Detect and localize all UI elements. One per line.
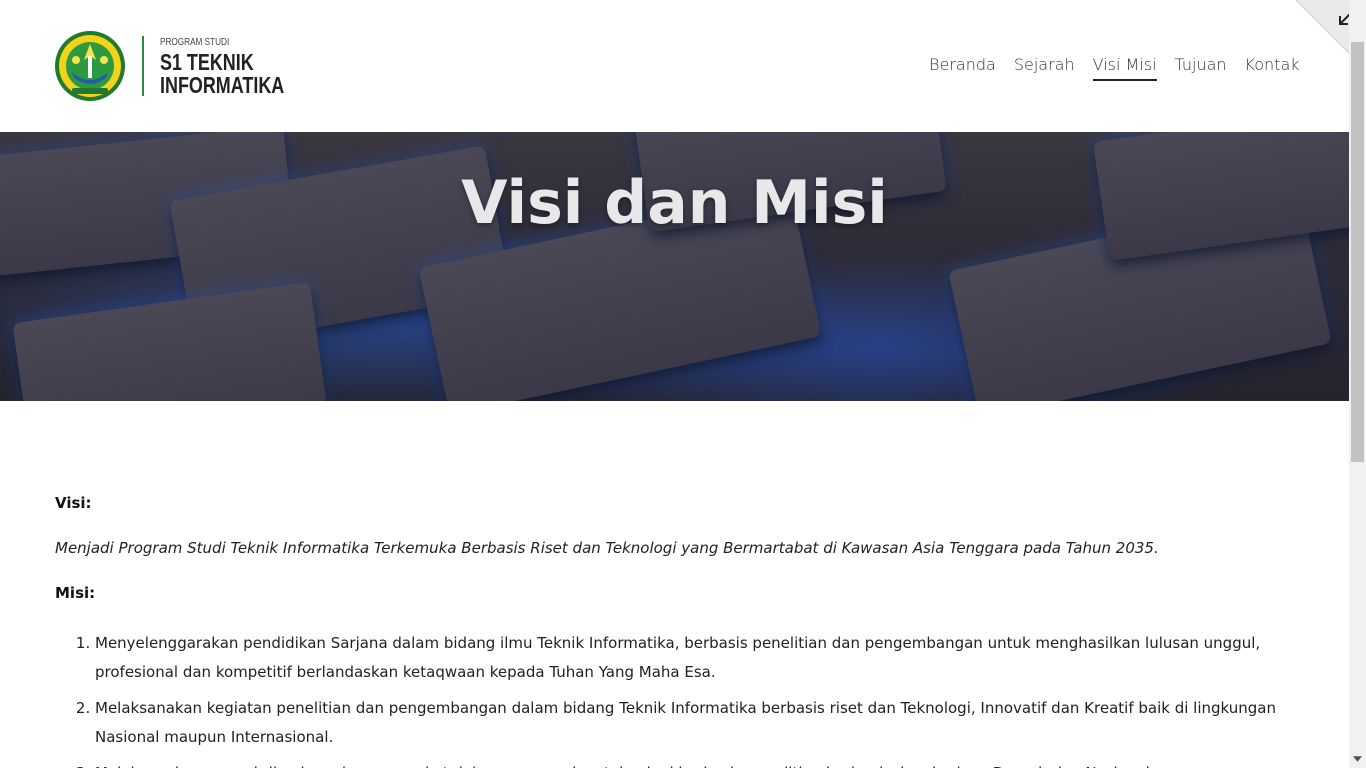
nav-item-kontak[interactable]: Kontak (1245, 55, 1300, 81)
visi-text: Menjadi Program Studi Teknik Informatika… (55, 539, 1159, 557)
nav-item-beranda[interactable]: Beranda (929, 55, 996, 81)
brand-subtitle: PROGRAM STUDI (160, 37, 230, 48)
brand-title-line2[interactable]: INFORMATIKA (160, 72, 284, 99)
hero-banner: Visi dan Misi (0, 132, 1349, 401)
visi-heading: Visi: (55, 494, 92, 512)
scrollbar-thumb[interactable] (1351, 42, 1364, 462)
logo-divider (142, 36, 144, 96)
misi-list-item: Menyelenggarakan pendidikan Sarjana dala… (95, 629, 1285, 687)
vertical-scrollbar[interactable] (1349, 0, 1366, 768)
misi-heading: Misi: (55, 584, 96, 602)
main-content: Visi: Menjadi Program Studi Teknik Infor… (55, 494, 1285, 768)
nav-item-visi-misi[interactable]: Visi Misi (1092, 55, 1157, 81)
keyboard-key-image (12, 281, 328, 401)
hero-title: Visi dan Misi (461, 168, 888, 238)
main-nav: Beranda Sejarah Visi Misi Tujuan Kontak (929, 55, 1300, 81)
nav-item-sejarah[interactable]: Sejarah (1014, 55, 1075, 81)
misi-list-item: Melaksanakan pengabdian kepada masyaraka… (95, 759, 1285, 768)
misi-list-item: Melaksanakan kegiatan penelitian dan pen… (95, 694, 1285, 752)
nav-item-tujuan[interactable]: Tujuan (1175, 55, 1227, 81)
scroll-down-arrow-icon[interactable] (1353, 756, 1362, 762)
misi-list: Menyelenggarakan pendidikan Sarjana dala… (55, 629, 1285, 768)
university-logo-icon[interactable] (54, 30, 126, 102)
site-header: PROGRAM STUDI S1 TEKNIK INFORMATIKA Bera… (0, 0, 1349, 132)
